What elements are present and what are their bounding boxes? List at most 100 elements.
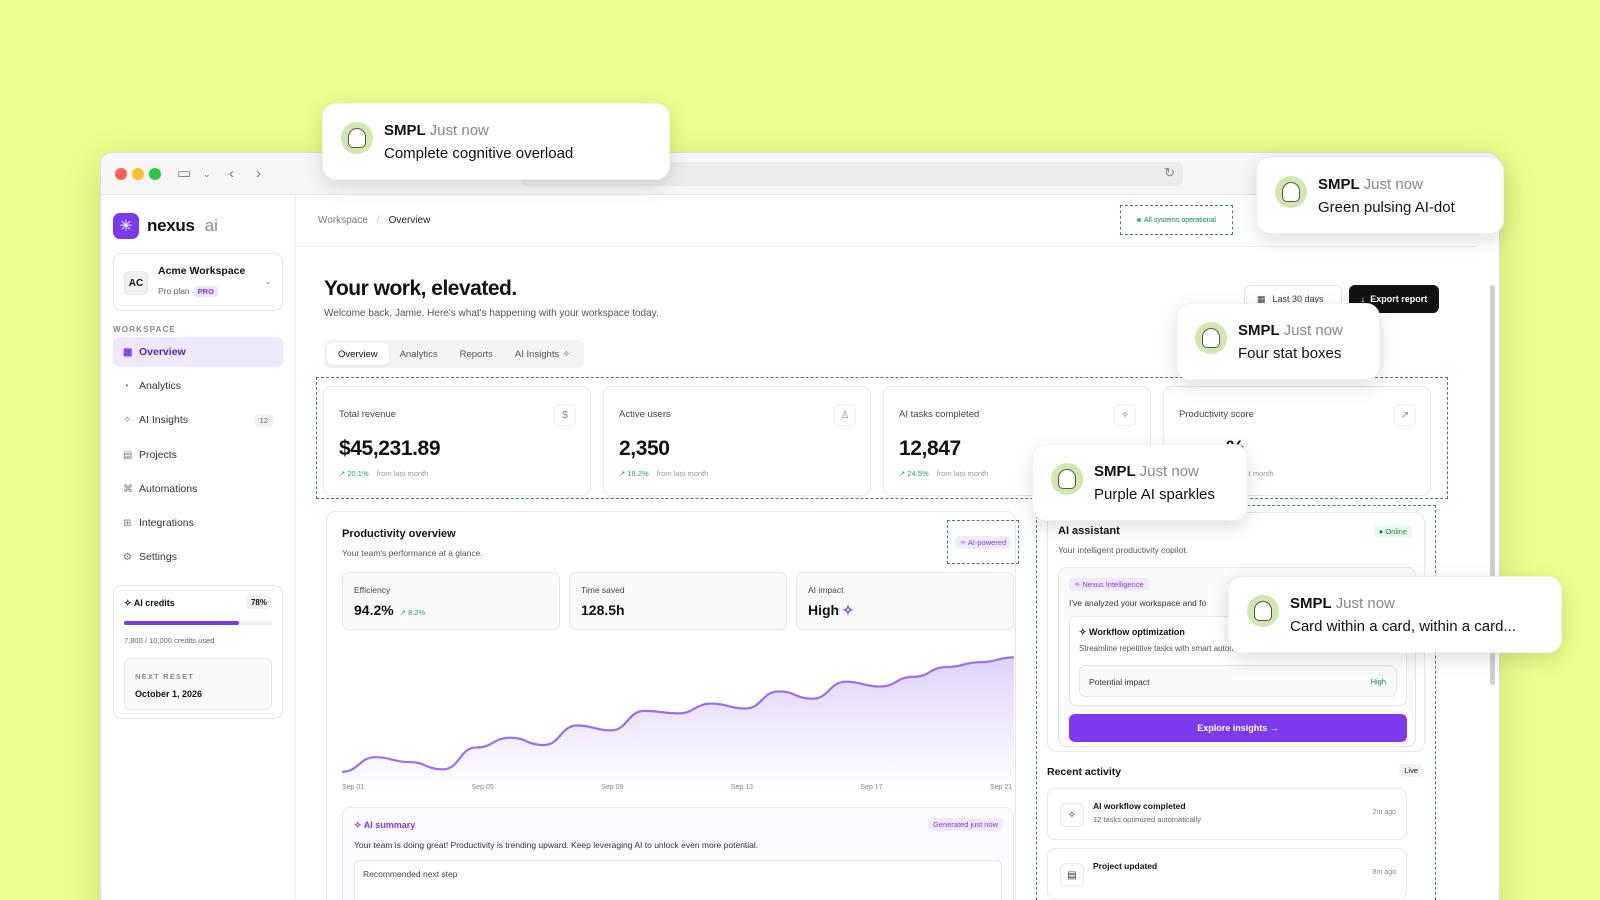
stat-change-note: from last month [936, 469, 989, 478]
workspace-name: Acme Workspace [158, 265, 246, 277]
close-window-button[interactable] [115, 168, 127, 180]
avatar [1195, 322, 1227, 354]
zoom-window-button[interactable] [149, 168, 161, 180]
stat-change-value: ↗ 24.5% [899, 469, 929, 478]
logo-icon: ✳ [113, 213, 139, 239]
reload-icon[interactable]: ↻ [1164, 165, 1175, 181]
activity-subtitle: 12 tasks optimized automatically [1093, 815, 1201, 824]
sidebar-item-label: Projects [139, 449, 177, 461]
sidebar-item-analytics[interactable]: ◔ Analytics [113, 371, 283, 401]
sidebar-item-settings[interactable]: ⚙ Settings [113, 542, 283, 572]
metric-change: ↗ 8.2% [399, 608, 426, 617]
explore-insights-button[interactable]: Explore insights → [1069, 714, 1407, 742]
workspace-avatar: AC [124, 271, 148, 295]
sidebar-item-ai-insights[interactable]: ✧ AI Insights 12 [113, 405, 283, 435]
activity-time: 2m ago [1372, 809, 1396, 816]
toast-sender: SMPL Just now [1094, 463, 1199, 480]
sidebar-toggle-icon[interactable]: ▭ [177, 164, 191, 184]
notification-toast[interactable]: SMPL Just now Complete cognitive overload [322, 103, 670, 180]
back-icon[interactable]: ‹ [229, 164, 234, 184]
minimize-window-button[interactable] [132, 168, 144, 180]
tab-analytics[interactable]: Analytics [389, 343, 449, 365]
tab-label: AI Insights [514, 348, 560, 360]
impact-row: Potential impact High [1079, 665, 1397, 697]
forward-icon[interactable]: › [256, 164, 261, 184]
dollar-icon: $ [554, 404, 576, 426]
notification-toast[interactable]: SMPL Just now Green pulsing AI-dot [1256, 157, 1504, 234]
recent-activity-title: Recent activity [1047, 766, 1122, 778]
toast-message: Four stat boxes [1238, 345, 1342, 362]
metric-value: 94.2% ↗ 8.2% [354, 602, 425, 618]
export-label: Export report [1370, 294, 1428, 304]
stat-label: Active users [619, 409, 671, 420]
ai-summary-title: ✧ AI summary [354, 820, 416, 830]
tab-ai-insights[interactable]: AI Insights ✧ [504, 343, 581, 365]
ai-summary-card: ✧ AI summary Generated just now Your tea… [342, 807, 1014, 900]
stat-value: $45,231.89 [339, 437, 441, 460]
trend-up-icon: ↗ [1394, 404, 1416, 426]
stat-change: ↗ 18.2% from last month [619, 469, 708, 478]
folder-icon: ▤ [123, 449, 133, 461]
chevron-down-icon: ⌄ [264, 276, 272, 286]
sidebar-item-automations[interactable]: ⌘ Automations [113, 474, 283, 504]
toast-time: Just now [1335, 595, 1395, 612]
workflow-title: ✧ Workflow optimization [1079, 627, 1185, 637]
credits-progress-fill [124, 621, 240, 625]
impact-value: High [1370, 677, 1386, 686]
bolt-icon: ⌘ [123, 483, 133, 495]
plan-label: Pro plan [158, 286, 190, 296]
stat-value: 2,350 [619, 437, 670, 460]
sidebar-item-label: AI Insights [139, 414, 189, 426]
notification-toast[interactable]: SMPL Just now Card within a card, within … [1228, 576, 1562, 653]
chevron-down-icon[interactable]: ⌄ [203, 164, 211, 184]
stat-value: 12,847 [899, 437, 961, 460]
stat-change: ↗ 24.5% from last month [899, 469, 988, 478]
card-title: Productivity overview [342, 528, 456, 540]
metric-value-text: 94.2% [354, 602, 394, 618]
workspace-switcher[interactable]: AC Acme Workspace Pro plan PRO ⌄ [113, 253, 283, 311]
card-subtitle: Your team's performance at a glance. [342, 548, 483, 558]
toast-name: SMPL [1290, 595, 1332, 612]
credits-usage: 7,800 / 10,000 credits used [124, 636, 215, 645]
breadcrumb-root[interactable]: Workspace [318, 215, 368, 226]
stat-card-revenue: Total revenue $ $45,231.89 ↗ 20.1% from l… [323, 386, 591, 496]
metric-label: Efficiency [354, 585, 391, 595]
sidebar-item-projects[interactable]: ▤ Projects [113, 440, 283, 470]
next-reset-label: NEXT RESET [135, 672, 195, 681]
notification-toast[interactable]: SMPL Just now Purple AI sparkles [1032, 444, 1248, 521]
toast-name: SMPL [1238, 322, 1280, 339]
sparkle-icon: ✧ [1114, 404, 1136, 426]
avatar [341, 122, 373, 154]
metric-efficiency: Efficiency 94.2% ↗ 8.2% [342, 572, 560, 630]
activity-time: 8m ago [1372, 869, 1396, 876]
sparkle-icon: ✧ [842, 602, 854, 618]
toast-name: SMPL [384, 122, 426, 139]
sidebar: ✳ nexus ai AC Acme Workspace Pro plan PRO… [101, 195, 296, 900]
sidebar-item-label: Analytics [139, 380, 182, 392]
ai-summary-text: Your team is doing great! Productivity i… [354, 840, 759, 850]
sidebar-item-overview[interactable]: ▦ Overview [113, 337, 283, 367]
toast-time: Just now [1139, 463, 1199, 480]
assistant-message: I've analyzed your workspace and fo [1069, 598, 1207, 608]
breadcrumb: Workspace / Overview [318, 215, 430, 226]
tab-reports[interactable]: Reports [449, 343, 504, 365]
stat-label: AI tasks completed [899, 409, 980, 420]
ghost-icon [1058, 469, 1076, 489]
right-column-group: AI assistant ● Online Your intelligent p… [1036, 505, 1436, 900]
stat-change-value: ↗ 18.2% [619, 469, 649, 478]
activity-item[interactable]: ▤ Project updated 8m ago [1047, 848, 1407, 900]
page-title: Your work, elevated. [324, 277, 517, 300]
metric-label: AI impact [808, 585, 844, 595]
productivity-overview-card: Productivity overview Your team's perfor… [326, 511, 1019, 900]
stat-label: Total revenue [339, 409, 397, 420]
activity-title: AI workflow completed [1093, 801, 1186, 811]
recommended-next-step[interactable]: Recommended next step [354, 860, 1002, 900]
toast-message: Complete cognitive overload [384, 145, 574, 162]
activity-item[interactable]: ✧ AI workflow completed 12 tasks optimiz… [1047, 788, 1407, 840]
toast-name: SMPL [1094, 463, 1136, 480]
toast-sender: SMPL Just now [1318, 176, 1423, 193]
notification-toast[interactable]: SMPL Just now Four stat boxes [1176, 303, 1380, 380]
tab-overview[interactable]: Overview [327, 343, 389, 365]
sidebar-item-integrations[interactable]: ⊞ Integrations [113, 508, 283, 538]
brand[interactable]: ✳ nexus ai [113, 213, 218, 239]
